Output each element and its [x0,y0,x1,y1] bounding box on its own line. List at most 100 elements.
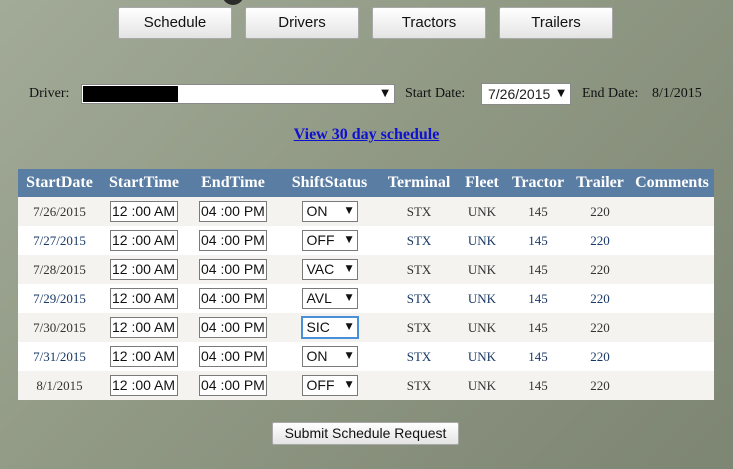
cell-terminal: STX [380,197,458,226]
cell-comments [630,371,714,400]
shift-status-select[interactable]: OFF ▼ [301,230,358,251]
chevron-down-icon: ▼ [345,293,353,303]
end-time-input[interactable]: 04 :00 PM [199,259,267,280]
start-date-select[interactable]: 7/26/2015 ▼ [481,83,571,105]
chevron-down-icon: ▼ [345,206,353,216]
cell-comments [630,197,714,226]
start-time-input[interactable]: 12 :00 AM [110,259,178,280]
table-row: 7/30/2015 12 :00 AM 04 :00 PM SIC ▼ STX U… [18,313,714,342]
cell-comments [630,226,714,255]
chevron-down-icon: ▼ [381,88,389,99]
end-time-input[interactable]: 04 :00 PM [199,288,267,309]
table-row: 7/31/2015 12 :00 AM 04 :00 PM ON ▼ STX UN… [18,342,714,371]
start-time-input[interactable]: 12 :00 AM [110,288,178,309]
cell-terminal: STX [380,313,458,342]
chevron-down-icon: ▼ [345,264,353,274]
table-row: 7/28/2015 12 :00 AM 04 :00 PM VAC ▼ STX U… [18,255,714,284]
cell-date: 7/30/2015 [18,313,101,342]
header-trailer: Trailer [570,169,630,197]
shift-status-select[interactable]: AVL ▼ [301,288,358,309]
view-30-day-link[interactable]: View 30 day schedule [0,126,733,144]
end-time-input[interactable]: 04 :00 PM [199,230,267,251]
cell-comments [630,342,714,371]
header-fleet: Fleet [458,169,506,197]
cell-fleet: UNK [458,371,506,400]
cell-trailer: 220 [570,313,630,342]
cell-fleet: UNK [458,226,506,255]
submit-schedule-button[interactable]: Submit Schedule Request [272,422,459,445]
cell-date: 7/31/2015 [18,342,101,371]
cell-fleet: UNK [458,197,506,226]
cell-tractor: 145 [506,255,570,284]
cell-tractor: 145 [506,313,570,342]
shift-status-select[interactable]: OFF ▼ [301,375,358,396]
cell-trailer: 220 [570,197,630,226]
start-date-label: Start Date: [405,86,466,101]
header-starttime: StartTime [101,169,187,197]
cell-terminal: STX [380,342,458,371]
start-time-input[interactable]: 12 :00 AM [110,375,178,396]
schedule-button[interactable]: Schedule [118,7,232,39]
shift-status-select[interactable]: SIC ▼ [301,317,358,338]
header-terminal: Terminal [380,169,458,197]
cell-fleet: UNK [458,313,506,342]
end-time-input[interactable]: 04 :00 PM [199,346,267,367]
start-date-value: 7/26/2015 [488,86,551,102]
shift-status-value: OFF [306,232,335,248]
cell-tractor: 145 [506,284,570,313]
cell-fleet: UNK [458,284,506,313]
shift-status-select[interactable]: ON ▼ [301,201,358,222]
trailers-button[interactable]: Trailers [499,7,613,39]
drivers-button[interactable]: Drivers [245,7,359,39]
driver-select-value [83,86,178,102]
cell-terminal: STX [380,226,458,255]
table-header-row: StartDate StartTime EndTime ShiftStatus … [18,169,714,197]
header-tractor: Tractor [506,169,570,197]
cell-date: 7/29/2015 [18,284,101,313]
shift-status-value: AVL [306,290,332,306]
cell-date: 7/26/2015 [18,197,101,226]
tractors-button[interactable]: Tractors [372,7,486,39]
chevron-down-icon: ▼ [345,322,353,332]
table-row: 8/1/2015 12 :00 AM 04 :00 PM OFF ▼ STX UN… [18,371,714,400]
end-time-input[interactable]: 04 :00 PM [199,375,267,396]
shift-status-value: VAC [306,261,335,277]
cell-terminal: STX [380,284,458,313]
driver-label: Driver: [29,86,70,101]
shift-status-value: SIC [306,319,330,335]
end-time-input[interactable]: 04 :00 PM [199,317,267,338]
cell-trailer: 220 [570,255,630,284]
start-time-input[interactable]: 12 :00 AM [110,201,178,222]
shift-status-select[interactable]: ON ▼ [301,346,358,367]
cell-comments [630,284,714,313]
shift-status-value: OFF [306,377,335,393]
header-shiftstatus: ShiftStatus [279,169,380,197]
cell-date: 7/28/2015 [18,255,101,284]
driver-select[interactable]: ▼ [81,84,395,104]
cell-trailer: 220 [570,226,630,255]
shift-status-value: ON [306,203,328,219]
chevron-down-icon: ▼ [557,88,565,99]
schedule-table: StartDate StartTime EndTime ShiftStatus … [18,169,714,400]
cell-comments [630,313,714,342]
start-time-input[interactable]: 12 :00 AM [110,230,178,251]
table-row: 7/26/2015 12 :00 AM 04 :00 PM ON ▼ STX UN… [18,197,714,226]
cell-fleet: UNK [458,342,506,371]
logo-fragment [222,0,244,5]
end-date-label: End Date: [582,86,639,101]
cell-trailer: 220 [570,371,630,400]
cell-trailer: 220 [570,284,630,313]
header-comments: Comments [630,169,714,197]
shift-status-value: ON [306,348,328,364]
chevron-down-icon: ▼ [345,380,353,390]
start-time-input[interactable]: 12 :00 AM [110,346,178,367]
shift-status-select[interactable]: VAC ▼ [301,259,358,280]
cell-date: 8/1/2015 [18,371,101,400]
header-endtime: EndTime [187,169,279,197]
cell-comments [630,255,714,284]
start-time-input[interactable]: 12 :00 AM [110,317,178,338]
end-time-input[interactable]: 04 :00 PM [199,201,267,222]
chevron-down-icon: ▼ [345,351,353,361]
cell-tractor: 145 [506,226,570,255]
chevron-down-icon: ▼ [345,235,353,245]
